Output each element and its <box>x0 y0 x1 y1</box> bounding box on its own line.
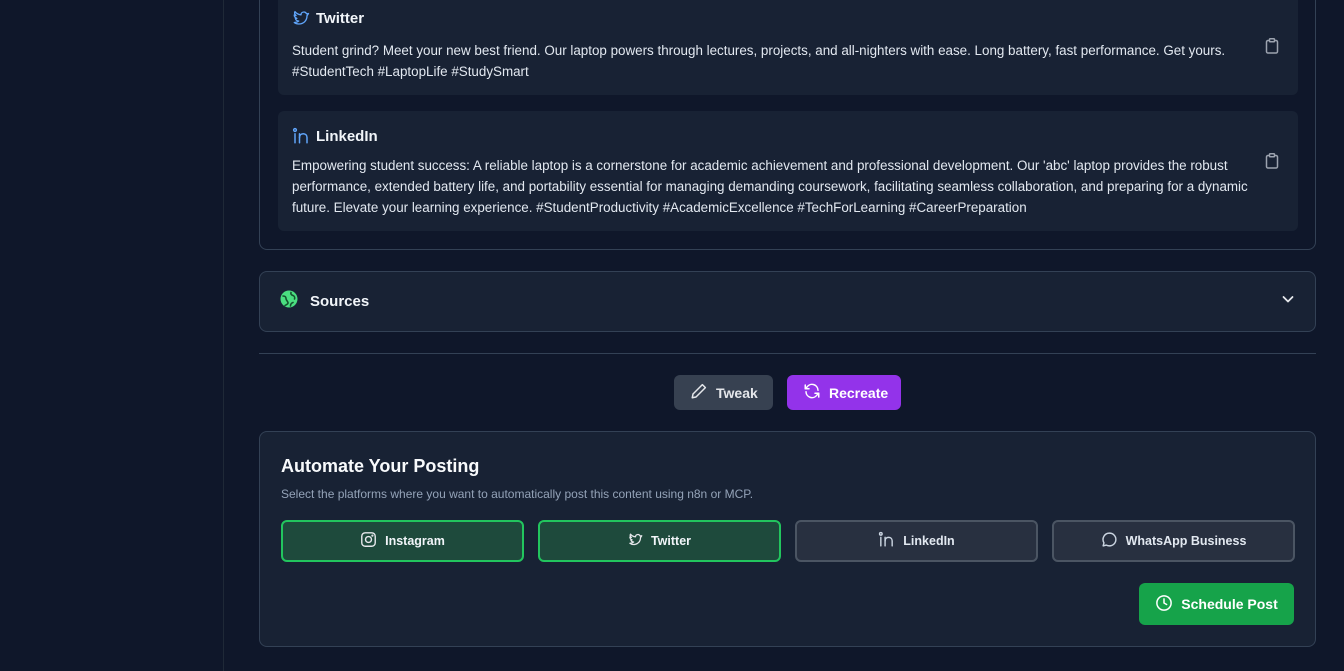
linkedin-icon <box>878 531 895 551</box>
copy-linkedin-button[interactable] <box>1262 152 1282 174</box>
recreate-label: Recreate <box>829 384 889 401</box>
clock-icon <box>1155 594 1173 615</box>
automate-title: Automate Your Posting <box>281 456 480 476</box>
linkedin-post-header: LinkedIn <box>292 127 378 145</box>
tweak-label: Tweak <box>716 384 758 401</box>
platform-label: Instagram <box>385 534 445 548</box>
copy-twitter-button[interactable] <box>1262 37 1282 59</box>
clipboard-icon <box>1265 37 1279 59</box>
twitter-post-header: Twitter <box>292 9 364 27</box>
platform-instagram[interactable]: Instagram <box>281 520 524 562</box>
refresh-icon <box>803 382 821 403</box>
bird-icon <box>628 532 643 550</box>
schedule-post-label: Schedule Post <box>1181 596 1278 612</box>
action-row: Tweak Recreate <box>674 375 901 410</box>
platform-twitter[interactable]: Twitter <box>538 520 781 562</box>
twitter-post-title: Twitter <box>316 9 365 27</box>
linkedin-post: LinkedIn Empowering student success: A r… <box>278 111 1298 231</box>
bird-icon <box>292 9 310 27</box>
divider <box>259 353 1316 354</box>
platform-selector: Instagram Twitter LinkedIn WhatsApp Busi… <box>281 520 1295 562</box>
clipboard-icon <box>1265 152 1279 174</box>
linkedin-post-text: Empowering student success: A reliable l… <box>292 158 1248 215</box>
sources-title: Sources <box>310 293 370 310</box>
platform-label: WhatsApp Business <box>1125 534 1247 548</box>
instagram-icon <box>360 531 377 551</box>
globe-icon <box>280 290 298 313</box>
twitter-post-text: Student grind? Meet your new best friend… <box>292 43 1226 79</box>
chevron-down-icon <box>1281 292 1295 311</box>
platform-linkedin[interactable]: LinkedIn <box>795 520 1038 562</box>
schedule-post-button[interactable]: Schedule Post <box>1139 583 1294 625</box>
platform-label: LinkedIn <box>903 534 955 548</box>
platform-label: Twitter <box>650 534 692 548</box>
tweak-button[interactable]: Tweak <box>674 375 773 410</box>
automate-description: Select the platforms where you want to a… <box>281 487 754 501</box>
platform-whatsapp-business[interactable]: WhatsApp Business <box>1052 520 1295 562</box>
twitter-post: Twitter Student grind? Meet your new bes… <box>278 0 1298 95</box>
pencil-icon <box>690 382 708 403</box>
recreate-button[interactable]: Recreate <box>787 375 901 410</box>
sidebar <box>0 0 224 671</box>
automate-posting-card: Automate Your Posting Select the platfor… <box>259 431 1316 647</box>
chat-bubble-icon <box>1101 531 1118 551</box>
sources-accordion[interactable]: Sources <box>259 271 1316 332</box>
linkedin-icon <box>292 127 310 145</box>
social-posts-card: Twitter Student grind? Meet your new bes… <box>259 0 1316 250</box>
linkedin-post-title: LinkedIn <box>316 127 378 145</box>
